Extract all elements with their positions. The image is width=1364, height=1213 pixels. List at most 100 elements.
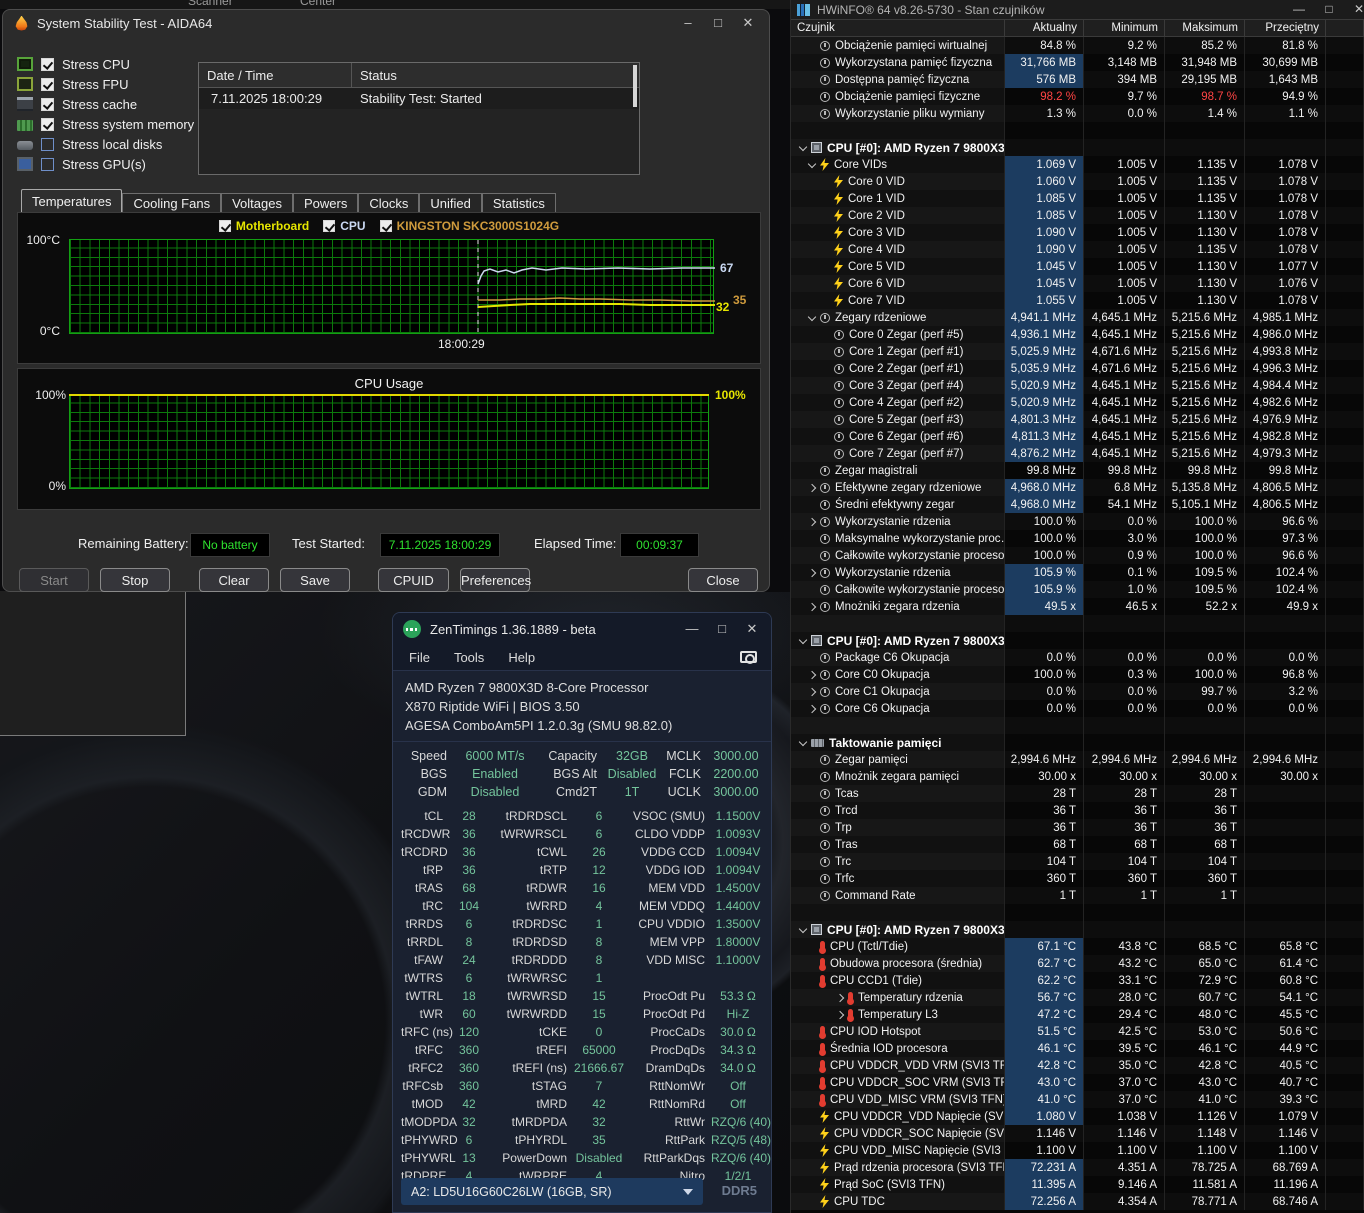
menu-file[interactable]: File	[409, 650, 430, 665]
preferences-button[interactable]: Preferences	[460, 568, 530, 592]
sensor-row[interactable]: Core 5 Zegar (perf #3)4,801.3 MHz4,645.1…	[791, 411, 1364, 428]
sensor-row[interactable]: Core C6 Okupacja0.0 %0.0 %0.0 %0.0 %	[791, 700, 1364, 717]
sensor-row[interactable]: Mnożnik zegara pamięci30.00 x30.00 x30.0…	[791, 768, 1364, 785]
sensor-row[interactable]: Core 4 Zegar (perf #2)5,020.9 MHz4,645.1…	[791, 394, 1364, 411]
column-header-maksimum[interactable]: Maksimum	[1165, 20, 1245, 36]
sensor-row[interactable]: Core 3 Zegar (perf #4)5,020.9 MHz4,645.1…	[791, 377, 1364, 394]
sensor-row[interactable]: CPU VDD_MISC Napięcie (SVI3 T…1.100 V1.1…	[791, 1142, 1364, 1159]
sensor-row[interactable]: Package C6 Okupacja0.0 %0.0 %0.0 %0.0 %	[791, 649, 1364, 666]
sensor-row[interactable]: Zegar magistrali99.8 MHz99.8 MHz99.8 MHz…	[791, 462, 1364, 479]
tab-unified[interactable]: Unified	[419, 193, 481, 213]
sensor-row[interactable]: Core 3 VID1.090 V1.005 V1.130 V1.078 V	[791, 224, 1364, 241]
menu-tools[interactable]: Tools	[454, 650, 484, 665]
checkbox[interactable]	[219, 220, 231, 232]
chevron-down-icon[interactable]	[799, 635, 807, 643]
stop-button[interactable]: Stop	[100, 568, 170, 592]
sensor-section-row[interactable]: CPU [#0]: AMD Ryzen 7 9800X3D: C-State O…	[791, 632, 1364, 649]
checkbox-stress-local-disks[interactable]	[41, 138, 54, 151]
hwinfo-titlebar[interactable]: HWiNFO® 64 v8.26-5730 - Stan czujników —…	[791, 0, 1364, 19]
clear-button[interactable]: Clear	[199, 568, 269, 592]
sensor-section-row[interactable]: CPU [#0]: AMD Ryzen 7 9800X3D: Enhanced	[791, 921, 1364, 938]
checkbox-stress-system-memory[interactable]	[41, 118, 54, 131]
sensor-row[interactable]: Core 4 VID1.090 V1.005 V1.135 V1.078 V	[791, 241, 1364, 258]
cpuid-button[interactable]: CPUID	[378, 568, 449, 592]
chevron-right-icon[interactable]	[808, 517, 816, 525]
sensor-row[interactable]: Tras68 T68 T68 T	[791, 836, 1364, 853]
tab-powers[interactable]: Powers	[293, 193, 358, 213]
maximize-button[interactable]: □	[1314, 0, 1344, 18]
sensor-row[interactable]: Średnia IOD procesora46.1 °C39.5 °C46.1 …	[791, 1040, 1364, 1057]
sensor-row[interactable]: Wykorzystanie rdzenia100.0 %0.0 %100.0 %…	[791, 513, 1364, 530]
chevron-right-icon[interactable]	[836, 993, 844, 1001]
sensor-row[interactable]: Całkowite wykorzystanie procesora100.0 %…	[791, 547, 1364, 564]
chevron-right-icon[interactable]	[808, 670, 816, 678]
sensor-row[interactable]: Obudowa procesora (średnia)62.7 °C43.2 °…	[791, 955, 1364, 972]
menu-help[interactable]: Help	[508, 650, 535, 665]
chevron-right-icon[interactable]	[808, 602, 816, 610]
sensor-row[interactable]: Core 1 Zegar (perf #1)5,025.9 MHz4,671.6…	[791, 343, 1364, 360]
column-header-czujnik[interactable]: Czujnik	[791, 20, 1005, 36]
sensor-row[interactable]: Temperatury L347.2 °C29.4 °C48.0 °C45.5 …	[791, 1006, 1364, 1023]
sensor-row[interactable]: Obciążenie pamięci fizyczne98.2 %9.7 %98…	[791, 88, 1364, 105]
chevron-down-icon[interactable]	[808, 159, 816, 167]
column-header-aktualny[interactable]: Aktualny	[1005, 20, 1084, 36]
sensor-row[interactable]: CPU VDDCR_VDD Napięcie (SVI3 …1.080 V1.0…	[791, 1108, 1364, 1125]
checkbox-stress-fpu[interactable]	[41, 78, 54, 91]
checkbox[interactable]	[323, 220, 335, 232]
checkbox-stress-cache[interactable]	[41, 98, 54, 111]
sensor-row[interactable]: Efektywne zegary rdzeniowe4,968.0 MHz6.8…	[791, 479, 1364, 496]
sensor-row[interactable]: Prąd rdzenia procesora (SVI3 TFN)72.231 …	[791, 1159, 1364, 1176]
maximize-button[interactable]: □	[707, 619, 737, 639]
sensor-row[interactable]: CPU VDDCR_SOC Napięcie (SVI3 …1.146 V1.1…	[791, 1125, 1364, 1142]
sensor-section-row[interactable]: Taktowanie pamięci	[791, 734, 1364, 751]
tab-statistics[interactable]: Statistics	[482, 193, 556, 213]
sensor-row[interactable]: Command Rate1 T1 T1 T	[791, 887, 1364, 904]
close-button[interactable]: ✕	[1344, 0, 1364, 18]
sensor-row[interactable]: Core 2 Zegar (perf #1)5,035.9 MHz4,671.6…	[791, 360, 1364, 377]
dimm-selector-dropdown[interactable]: A2: LD5U16G60C26LW (16GB, SR)	[401, 1178, 703, 1205]
sensor-row[interactable]: CPU VDD_MISC VRM (SVI3 TFN)41.0 °C37.0 °…	[791, 1091, 1364, 1108]
sensor-row[interactable]: Core VIDs1.069 V1.005 V1.135 V1.078 V	[791, 156, 1364, 173]
log-column-date[interactable]: Date / Time	[199, 63, 352, 87]
chevron-right-icon[interactable]	[808, 568, 816, 576]
aida64-titlebar[interactable]: System Stability Test - AIDA64	[3, 10, 769, 36]
sensor-row[interactable]: Wykorzystanie rdzenia105.9 %0.1 %109.5 %…	[791, 564, 1364, 581]
sensor-row[interactable]: CPU CCD1 (Tdie)62.2 °C33.1 °C72.9 °C60.8…	[791, 972, 1364, 989]
sensor-row[interactable]: Core 6 VID1.045 V1.005 V1.130 V1.076 V	[791, 275, 1364, 292]
minimize-button[interactable]: –	[673, 13, 703, 33]
sensor-row[interactable]: Trc104 T104 T104 T	[791, 853, 1364, 870]
save-button[interactable]: Save	[280, 568, 350, 592]
sensor-row[interactable]: Dostępna pamięć fizyczna576 MB394 MB29,1…	[791, 71, 1364, 88]
tab-voltages[interactable]: Voltages	[221, 193, 293, 213]
sensor-row[interactable]: Core 7 VID1.055 V1.005 V1.130 V1.078 V	[791, 292, 1364, 309]
sensor-section-row[interactable]: CPU [#0]: AMD Ryzen 7 9800X3D	[791, 139, 1364, 156]
sensor-row[interactable]: Tcas28 T28 T28 T	[791, 785, 1364, 802]
sensor-row[interactable]: Obciążenie pamięci wirtualnej84.8 %9.2 %…	[791, 37, 1364, 54]
sensor-row[interactable]: Core 0 Zegar (perf #5)4,936.1 MHz4,645.1…	[791, 326, 1364, 343]
sensor-row[interactable]: CPU TDC72.256 A4.354 A78.771 A68.746 A	[791, 1193, 1364, 1210]
sensor-row[interactable]: CPU VDDCR_VDD VRM (SVI3 TFN)42.8 °C35.0 …	[791, 1057, 1364, 1074]
minimize-button[interactable]: —	[1284, 0, 1314, 18]
chevron-down-icon[interactable]	[799, 737, 807, 745]
sensor-row[interactable]: Zegary rdzeniowe4,941.1 MHz4,645.1 MHz5,…	[791, 309, 1364, 326]
sensor-row[interactable]: Core 0 VID1.060 V1.005 V1.135 V1.078 V	[791, 173, 1364, 190]
column-header-przeci-tny[interactable]: Przeciętny	[1245, 20, 1326, 36]
close-button[interactable]: ✕	[737, 619, 767, 639]
sensor-row[interactable]: Core 6 Zegar (perf #6)4,811.3 MHz4,645.1…	[791, 428, 1364, 445]
sensor-row[interactable]: Średni efektywny zegar4,968.0 MHz54.1 MH…	[791, 496, 1364, 513]
chevron-right-icon[interactable]	[808, 483, 816, 491]
sensor-row[interactable]: Core C1 Okupacja0.0 %0.0 %99.7 %3.2 %	[791, 683, 1364, 700]
sensor-row[interactable]: Core 7 Zegar (perf #7)4,876.2 MHz4,645.1…	[791, 445, 1364, 462]
sensor-row[interactable]: CPU (Tctl/Tdie)67.1 °C43.8 °C68.5 °C65.8…	[791, 938, 1364, 955]
close-button[interactable]: Close	[688, 568, 758, 592]
tab-clocks[interactable]: Clocks	[358, 193, 419, 213]
sensor-row[interactable]: Prąd SoC (SVI3 TFN)11.395 A9.146 A11.581…	[791, 1176, 1364, 1193]
sensor-row[interactable]: Core 2 VID1.085 V1.005 V1.130 V1.078 V	[791, 207, 1364, 224]
column-header-minimum[interactable]: Minimum	[1084, 20, 1165, 36]
sensor-row[interactable]: Trfc360 T360 T360 T	[791, 870, 1364, 887]
chevron-down-icon[interactable]	[799, 142, 807, 150]
chevron-right-icon[interactable]	[836, 1010, 844, 1018]
chevron-down-icon[interactable]	[799, 924, 807, 932]
checkbox[interactable]	[380, 220, 392, 232]
minimize-button[interactable]: —	[677, 619, 707, 639]
